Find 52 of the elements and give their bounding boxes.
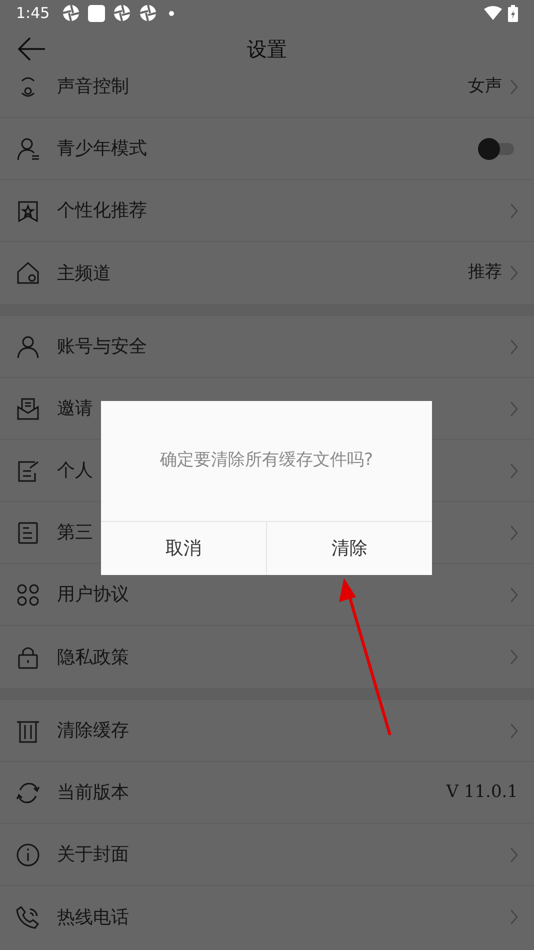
- info-icon: [16, 842, 40, 866]
- status-time: 1:45: [16, 2, 50, 24]
- four-circles-icon: [16, 582, 40, 606]
- setting-label[interactable]: 账号与安全: [57, 333, 502, 360]
- aperture-icon: [62, 4, 80, 22]
- setting-value: 女声: [468, 74, 502, 98]
- back-arrow-icon[interactable]: [18, 37, 45, 61]
- chevron-right-icon[interactable]: [510, 400, 518, 416]
- setting-label[interactable]: 关于封面: [57, 841, 502, 868]
- aperture-icon: [112, 4, 131, 22]
- person-icon: [16, 334, 40, 358]
- setting-label[interactable]: 主频道: [57, 260, 468, 286]
- page-title: 设置: [247, 36, 287, 63]
- chevron-right-icon[interactable]: [510, 846, 518, 862]
- envelope-icon: [16, 396, 40, 420]
- chevron-right-icon[interactable]: [510, 524, 518, 540]
- chevron-right-icon[interactable]: [510, 265, 518, 281]
- chevron-right-icon[interactable]: [510, 462, 518, 478]
- setting-value: 推荐: [468, 261, 502, 284]
- setting-label[interactable]: 热线电话: [57, 904, 502, 930]
- chevron-right-icon[interactable]: [510, 202, 518, 218]
- chevron-right-icon[interactable]: [510, 909, 518, 925]
- setting-label[interactable]: 隐私政策: [57, 644, 502, 670]
- refresh-icon: [16, 780, 40, 804]
- chevron-right-icon[interactable]: [510, 78, 518, 94]
- chevron-right-icon[interactable]: [510, 338, 518, 354]
- cancel-button[interactable]: 取消: [101, 522, 266, 575]
- confirm-button[interactable]: 清除: [266, 522, 432, 575]
- dialog-message: 确定要清除所有缓存文件吗?: [160, 449, 374, 472]
- edit-document-icon: [16, 458, 40, 482]
- setting-value: V 11.0.1: [446, 780, 518, 804]
- setting-label[interactable]: 清除缓存: [57, 717, 502, 744]
- square-icon: [88, 4, 105, 22]
- aperture-icon: [138, 4, 157, 22]
- dot-icon: [168, 10, 174, 16]
- chevron-right-icon[interactable]: [510, 586, 518, 602]
- setting-label[interactable]: 个性化推荐: [57, 197, 502, 224]
- document-icon: [16, 520, 40, 544]
- chevron-right-icon[interactable]: [510, 649, 518, 665]
- wifi-icon: [484, 6, 502, 20]
- person-icon: [16, 136, 40, 160]
- battery-icon: [508, 4, 518, 22]
- home-icon: [16, 261, 40, 285]
- setting-label[interactable]: 声音控制: [57, 73, 468, 100]
- star-badge-icon: [16, 198, 40, 222]
- setting-label[interactable]: 当前版本: [57, 779, 446, 806]
- setting-label[interactable]: 用户协议: [57, 581, 502, 608]
- setting-label[interactable]: 青少年模式: [57, 135, 478, 162]
- phone-icon: [16, 905, 40, 929]
- trash-icon: [16, 718, 40, 742]
- lock-icon: [16, 645, 40, 669]
- chevron-right-icon[interactable]: [510, 722, 518, 738]
